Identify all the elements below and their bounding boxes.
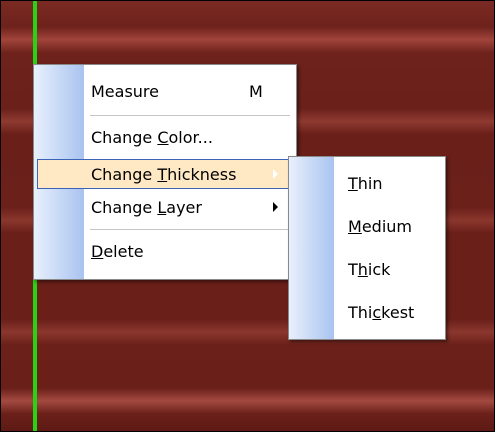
menu-item-shortcut: M — [249, 82, 263, 101]
submenu-item-thin[interactable]: Thin — [292, 167, 442, 199]
menu-separator — [90, 115, 290, 116]
menu-item-label: Delete — [91, 242, 144, 261]
menu-separator — [90, 229, 290, 230]
submenu-arrow-icon — [273, 169, 278, 179]
menu-item-label: Thick — [348, 260, 391, 279]
submenu-item-thick[interactable]: Thick — [292, 253, 442, 285]
context-menu: Measure M Change Color... Change Thickne… — [33, 64, 297, 280]
submenu-arrow-icon — [273, 202, 278, 212]
thickness-submenu: Thin Medium Thick Thickest — [288, 156, 446, 340]
menu-item-label: Change Layer — [91, 198, 202, 217]
menu-item-label: Change Thickness — [91, 165, 237, 184]
submenu-item-thickest[interactable]: Thickest — [292, 296, 442, 328]
menu-item-change-thickness[interactable]: Change Thickness — [37, 159, 293, 189]
menu-item-measure[interactable]: Measure M — [37, 75, 293, 107]
menu-item-change-color[interactable]: Change Color... — [37, 121, 293, 153]
menu-item-label: Thickest — [348, 303, 415, 322]
menu-item-label: Measure — [91, 82, 159, 101]
menu-item-label: Change Color... — [91, 128, 213, 147]
submenu-item-medium[interactable]: Medium — [292, 210, 442, 242]
menu-item-change-layer[interactable]: Change Layer — [37, 191, 293, 223]
menu-item-label: Medium — [348, 217, 412, 236]
menu-item-delete[interactable]: Delete — [37, 235, 293, 267]
menu-item-label: Thin — [348, 174, 383, 193]
canvas-background: Measure M Change Color... Change Thickne… — [0, 0, 495, 432]
